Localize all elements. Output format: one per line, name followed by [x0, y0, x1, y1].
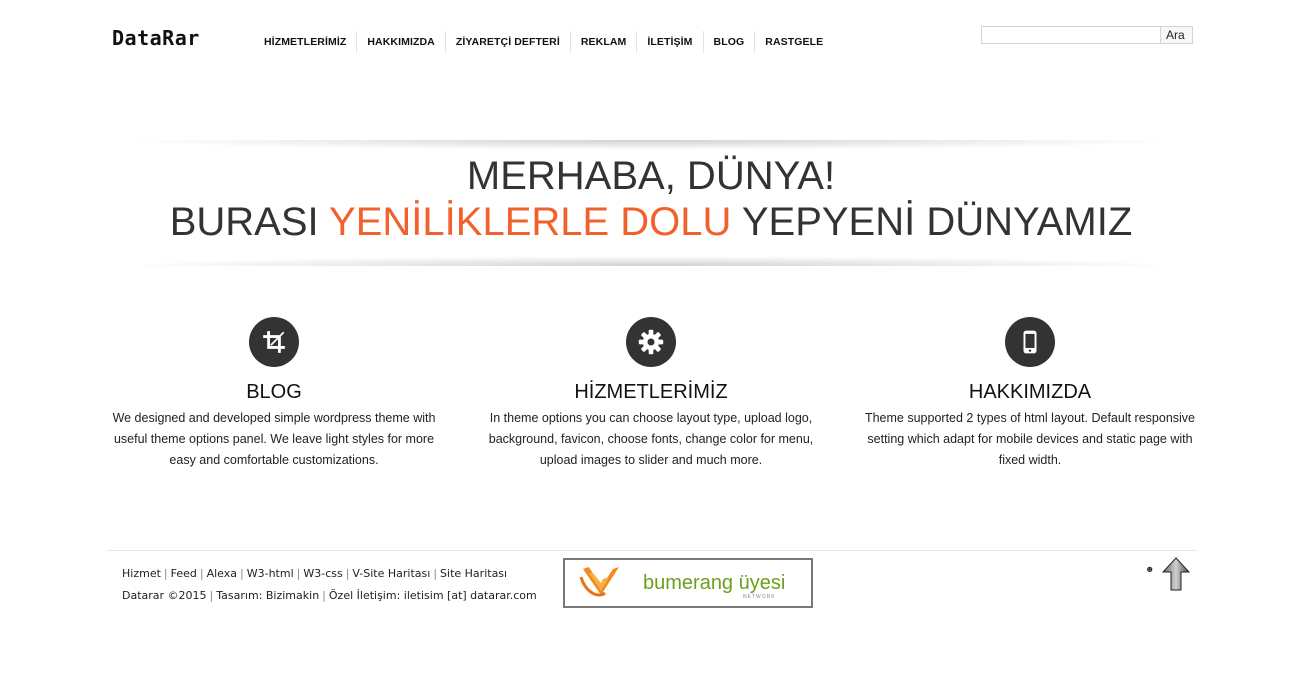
feature-text: Theme supported 2 types of html layout. … [864, 411, 1196, 467]
search-input[interactable] [981, 26, 1161, 44]
hero-subtitle-end: YEPYENİ DÜNYAMIZ [731, 200, 1133, 244]
footer-link-alexa[interactable]: Alexa [207, 567, 237, 580]
site-logo[interactable]: DataRar [112, 26, 200, 50]
nav-item-reklam[interactable]: REKLAM [569, 31, 637, 53]
nav-item-blog[interactable]: BLOG [702, 31, 755, 53]
feature-text: In theme options you can choose layout t… [488, 411, 814, 467]
feature-hizmetlerimiz: HİZMETLERİMİZ In theme options you can c… [481, 317, 821, 471]
hero-banner: MERHABA, DÜNYA! BURASI YENİLİKLERLE DOLU… [110, 140, 1192, 266]
footer-design[interactable]: Tasarım: Bizimakin [216, 589, 319, 602]
banner-title: bumerang üyesi [643, 571, 786, 594]
footer-contact: Özel İletişim: iletisim [at] datarar.com [328, 589, 537, 602]
search-form: Ara [981, 26, 1193, 44]
footer-links: Hizmet | Feed | Alexa | W3-html | W3-css | V-Site … [122, 563, 537, 607]
footer-link-feed[interactable]: Feed [171, 567, 197, 580]
search-button[interactable]: Ara [1161, 26, 1193, 44]
feature-title: HİZMETLERİMİZ [574, 381, 728, 403]
banner-text: bumerang üyesi NETWORK [643, 571, 786, 600]
footer-link-w3-css[interactable]: W3-css [303, 567, 342, 580]
smiley-icon: ☻ [1145, 564, 1155, 574]
footer-credits: Datarar ©2015 | Tasarım: Bizimakin | Özel İl… [122, 589, 537, 602]
feature-title: HAKKIMIZDA [968, 381, 1092, 403]
footer-copyright: Datarar ©2015 [122, 589, 207, 602]
hero-title: MERHABA, DÜNYA! [466, 154, 836, 198]
feature-text: We designed and developed simple wordpre… [112, 411, 436, 467]
footer-link-v-site-haritasi[interactable]: V-Site Haritası [352, 567, 430, 580]
footer-link-w3-html[interactable]: W3-html [247, 567, 294, 580]
feature-blog: BLOG We designed and developed simple wo… [104, 317, 444, 471]
nav-item-ziyaretci-defteri[interactable]: ZİYARETÇİ DEFTERİ [444, 31, 570, 53]
nav-item-rastgele[interactable]: RASTGELE [754, 31, 833, 53]
feature-hakkimizda: HAKKIMIZDA Theme supported 2 types of ht… [860, 317, 1200, 471]
mobile-icon [1005, 317, 1055, 367]
nav-item-iletisim[interactable]: İLETİŞİM [636, 31, 702, 53]
nav-item-hizmetlerimiz[interactable]: HİZMETLERİMİZ [254, 31, 356, 53]
hero-shadow-top [110, 140, 1192, 150]
hero-subtitle-start: BURASI [169, 200, 330, 244]
banner-subtitle: NETWORK [743, 593, 776, 600]
footer-divider [107, 550, 1197, 551]
feature-title: BLOG [246, 381, 302, 403]
hero-subtitle: BURASI YENİLİKLERLE DOLU YEPYENİ DÜNYAMI… [110, 198, 1192, 246]
gear-icon [626, 317, 676, 367]
crop-icon [249, 317, 299, 367]
bumerang-banner[interactable]: bumerang üyesi NETWORK [563, 558, 813, 608]
scroll-to-top-button[interactable] [1161, 557, 1191, 596]
arrow-up-icon [1161, 557, 1191, 591]
footer-link-hizmet[interactable]: Hizmet [122, 567, 161, 580]
nav-item-hakkimizda[interactable]: HAKKIMIZDA [356, 31, 445, 53]
footer-link-site-haritasi[interactable]: Site Haritası [440, 567, 507, 580]
footer-link-row: Hizmet | Feed | Alexa | W3-html | W3-css | V-Site … [122, 567, 508, 580]
hero-shadow-bottom [110, 256, 1192, 266]
hero-highlight: YENİLİKLERLE DOLU [329, 200, 732, 244]
main-nav: HİZMETLERİMİZ HAKKIMIZDA ZİYARETÇİ DEFTE… [254, 31, 833, 53]
bumerang-logo-icon [579, 567, 619, 597]
